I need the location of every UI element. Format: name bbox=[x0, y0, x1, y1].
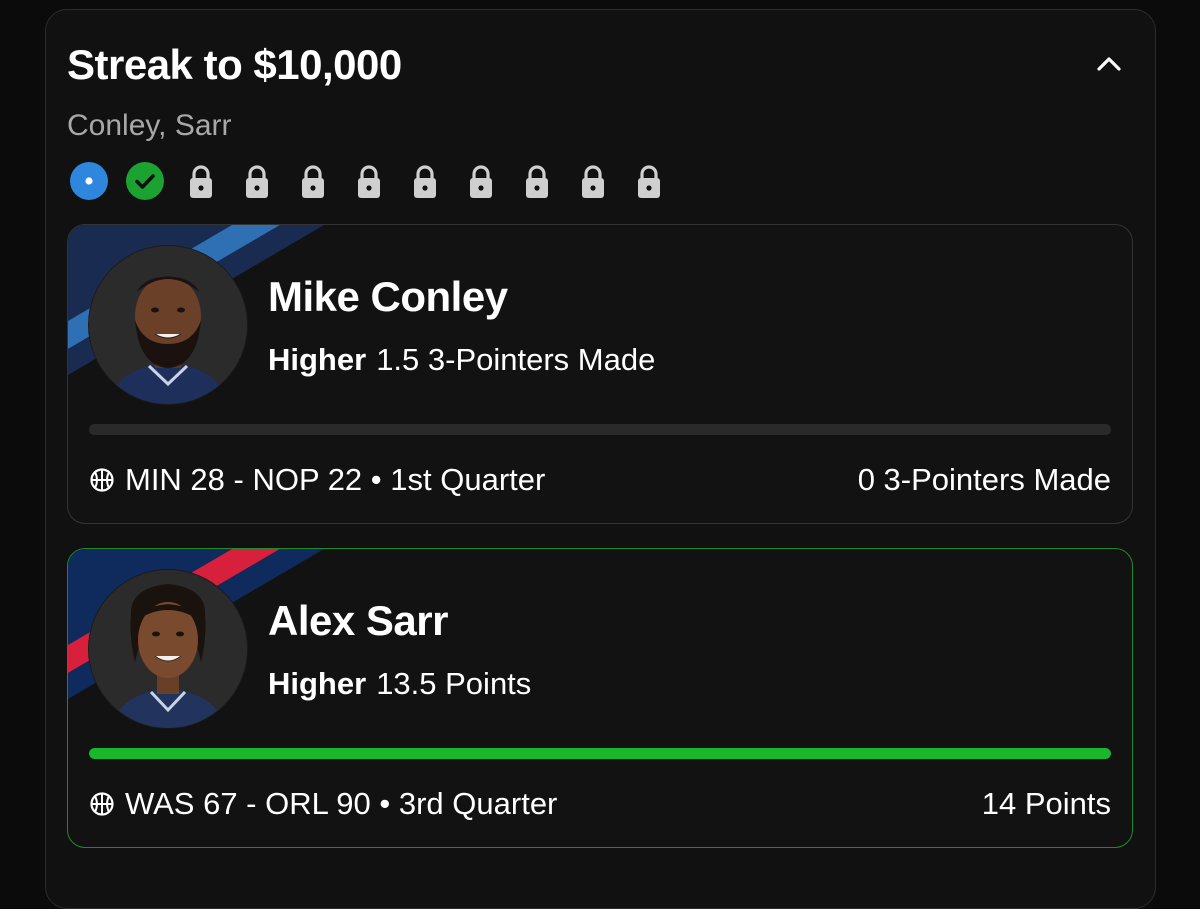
streak-title: Streak to $10,000 bbox=[67, 41, 402, 88]
streak-players-summary: Conley, Sarr bbox=[67, 109, 232, 142]
pick-card-sarr[interactable]: Alex Sarr Higher 13.5 Points WAS 67 - ORL… bbox=[67, 548, 1133, 848]
game-score-period: MIN 28 - NOP 22 • 1st Quarter bbox=[125, 462, 546, 497]
basketball-icon bbox=[90, 468, 114, 492]
lock-icon bbox=[349, 161, 389, 201]
pick-line: Higher 1.5 3-Pointers Made bbox=[268, 342, 655, 378]
current-stat: 14 Points bbox=[981, 786, 1111, 821]
lock-icon bbox=[405, 161, 445, 201]
current-stat: 0 3-Pointers Made bbox=[857, 462, 1111, 497]
stat-progress-bar bbox=[89, 424, 1111, 435]
player-name: Mike Conley bbox=[268, 273, 508, 320]
player-name: Alex Sarr bbox=[268, 597, 448, 644]
player-avatar bbox=[89, 570, 247, 728]
pick-line: Higher 13.5 Points bbox=[268, 666, 531, 702]
player-avatar bbox=[89, 246, 247, 404]
pick-direction: Higher bbox=[268, 666, 367, 701]
lock-icon bbox=[573, 161, 613, 201]
lock-icon bbox=[181, 161, 221, 201]
streak-panel: Streak to $10,000 Conley, Sarr Mike Conl… bbox=[45, 9, 1156, 909]
stat-progress-bar bbox=[89, 748, 1111, 759]
streak-progress bbox=[69, 161, 669, 201]
collapse-button[interactable] bbox=[1091, 46, 1127, 82]
pick-direction: Higher bbox=[268, 342, 367, 377]
pick-stat-line: 1.5 3-Pointers Made bbox=[376, 342, 656, 377]
game-info: WAS 67 - ORL 90 • 3rd Quarter bbox=[89, 786, 557, 822]
lock-icon bbox=[461, 161, 501, 201]
chevron-up-icon bbox=[1097, 57, 1121, 71]
check-icon bbox=[125, 161, 165, 201]
lock-icon bbox=[293, 161, 333, 201]
game-info: MIN 28 - NOP 22 • 1st Quarter bbox=[89, 462, 545, 498]
lock-icon bbox=[517, 161, 557, 201]
dot-icon bbox=[69, 161, 109, 201]
pick-card-conley[interactable]: Mike Conley Higher 1.5 3-Pointers Made MI… bbox=[67, 224, 1133, 524]
pick-stat-line: 13.5 Points bbox=[376, 666, 532, 701]
lock-icon bbox=[629, 161, 669, 201]
basketball-icon bbox=[90, 792, 114, 816]
stat-progress-fill bbox=[89, 748, 1111, 759]
lock-icon bbox=[237, 161, 277, 201]
game-score-period: WAS 67 - ORL 90 • 3rd Quarter bbox=[125, 786, 558, 821]
